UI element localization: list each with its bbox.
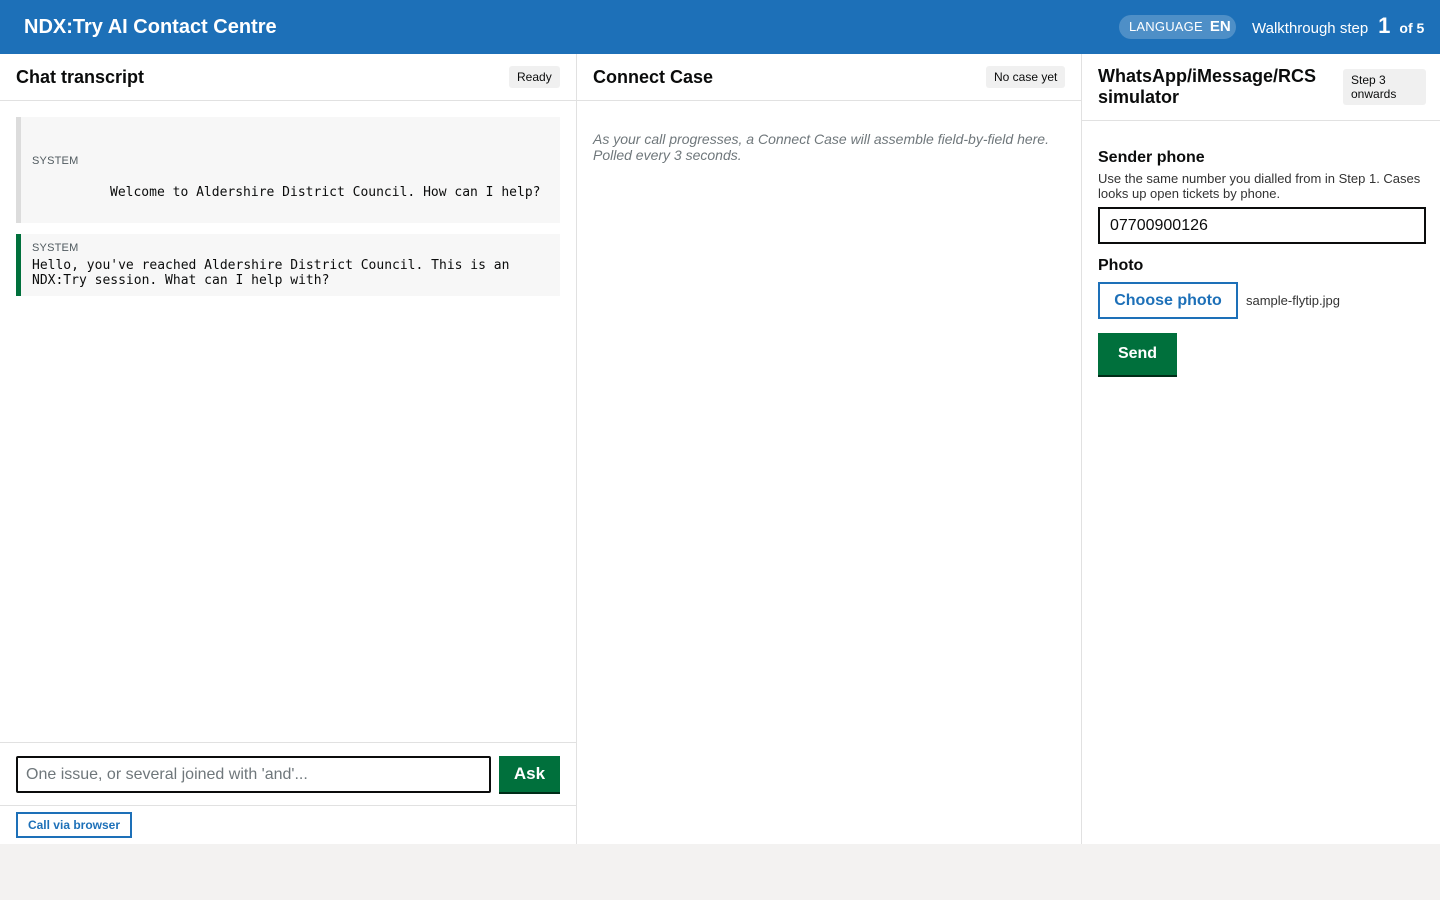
sender-phone-label: Sender phone bbox=[1098, 149, 1205, 166]
selected-file-name: sample-flytip.jpg bbox=[1246, 293, 1340, 308]
choose-photo-button[interactable]: Choose photo bbox=[1098, 282, 1238, 319]
call-bar-divider bbox=[0, 805, 576, 806]
message-text: Welcome to Aldershire District Council. … bbox=[110, 185, 541, 200]
photo-label: Photo bbox=[1098, 257, 1144, 274]
chat-panel-title: Chat transcript bbox=[16, 67, 145, 87]
chat-panel: Chat transcript Ready SYSTEM Welcome to … bbox=[0, 54, 577, 844]
language-switcher[interactable]: LANGUAGE EN bbox=[1119, 15, 1236, 39]
send-button[interactable]: Send bbox=[1098, 333, 1177, 375]
message-role: SYSTEM bbox=[32, 242, 79, 254]
case-status-badge: No case yet bbox=[986, 66, 1066, 88]
top-bar: NDX:Try AI Contact Centre LANGUAGE EN Wa… bbox=[0, 0, 1440, 54]
case-header-divider bbox=[577, 100, 1081, 101]
call-via-browser-button[interactable]: Call via browser bbox=[16, 812, 132, 838]
chat-message: SYSTEM Hello, you've reached Aldershire … bbox=[16, 234, 560, 296]
ask-input[interactable] bbox=[16, 756, 491, 793]
message-role: SYSTEM bbox=[32, 155, 79, 167]
ask-bar-divider bbox=[0, 742, 576, 743]
simulator-step-badge: Step 3 onwards bbox=[1343, 69, 1426, 105]
ask-button[interactable]: Ask bbox=[499, 756, 560, 792]
simulator-panel: WhatsApp/iMessage/RCS simulator Step 3 o… bbox=[1082, 54, 1440, 844]
walkthrough-indicator: Walkthrough step 1 of 5 bbox=[1252, 13, 1424, 39]
chat-status-badge: Ready bbox=[509, 66, 560, 88]
walkthrough-step-number: 1 bbox=[1378, 13, 1391, 38]
message-text: Hello, you've reached Aldershire Distric… bbox=[32, 258, 518, 288]
language-code: EN bbox=[1209, 18, 1231, 35]
app-title: NDX:Try AI Contact Centre bbox=[24, 16, 277, 38]
chat-header-divider bbox=[0, 100, 576, 101]
case-panel: Connect Case No case yet As your call pr… bbox=[577, 54, 1082, 844]
walkthrough-step-total: of 5 bbox=[1399, 20, 1425, 36]
case-placeholder-text: As your call progresses, a Connect Case … bbox=[593, 131, 1049, 163]
walkthrough-label: Walkthrough step bbox=[1252, 20, 1369, 37]
case-panel-title: Connect Case bbox=[593, 67, 714, 87]
sender-phone-hint: Use the same number you dialled from in … bbox=[1098, 171, 1421, 201]
simulator-header-divider bbox=[1082, 120, 1440, 121]
sender-phone-input[interactable] bbox=[1098, 207, 1426, 244]
chat-message: SYSTEM Welcome to Aldershire District Co… bbox=[16, 117, 560, 223]
language-label: LANGUAGE bbox=[1129, 19, 1203, 34]
simulator-title: WhatsApp/iMessage/RCS simulator bbox=[1098, 66, 1317, 107]
